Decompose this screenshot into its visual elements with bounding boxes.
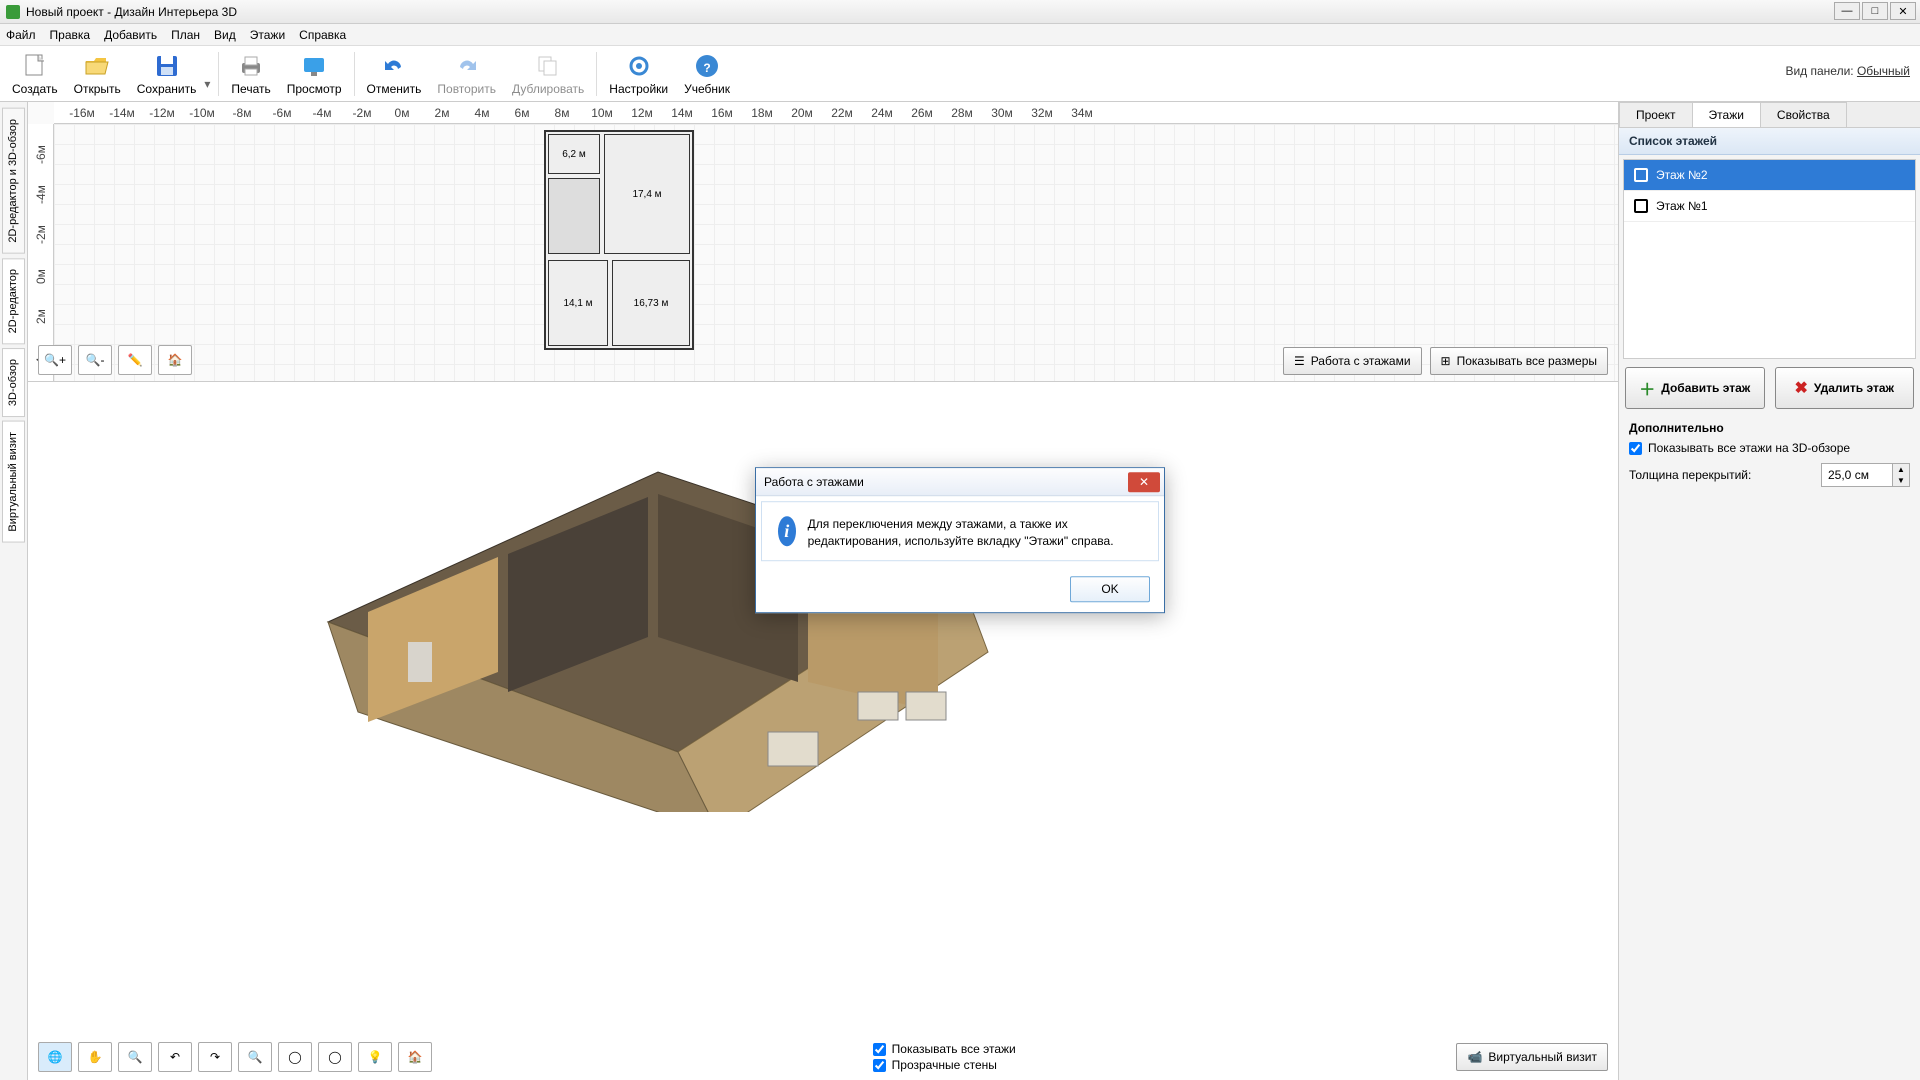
modal-overlay: Работа с этажами ✕ i Для переключения ме… bbox=[0, 0, 1920, 1080]
floors-dialog: Работа с этажами ✕ i Для переключения ме… bbox=[755, 467, 1165, 613]
close-icon: ✕ bbox=[1139, 475, 1149, 489]
dialog-title: Работа с этажами bbox=[764, 475, 864, 489]
dialog-close-button[interactable]: ✕ bbox=[1128, 472, 1160, 492]
dialog-text: Для переключения между этажами, а также … bbox=[808, 516, 1142, 550]
info-icon: i bbox=[778, 516, 796, 546]
dialog-ok-button[interactable]: OK bbox=[1070, 576, 1150, 602]
